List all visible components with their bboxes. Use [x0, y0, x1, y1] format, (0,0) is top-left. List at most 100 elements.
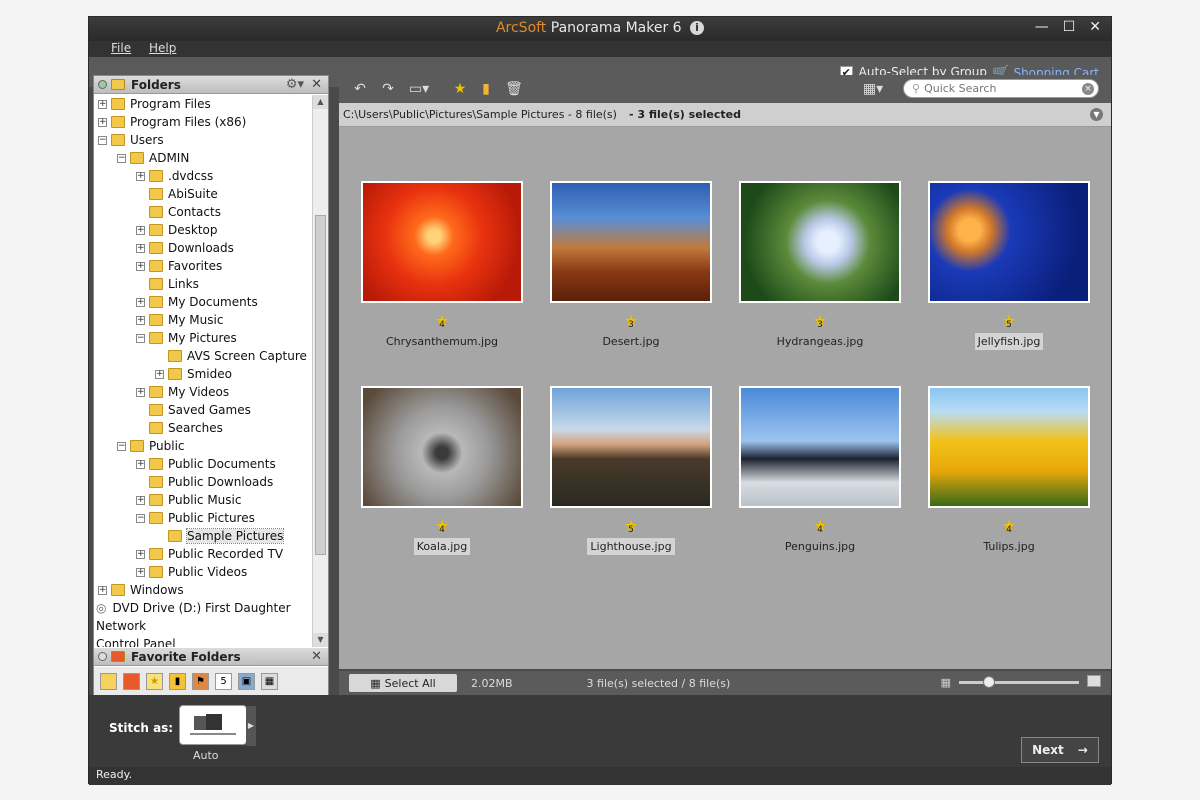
tree-node[interactable]: ◎ DVD Drive (D:) First Daughter	[96, 599, 291, 617]
star-icon[interactable]: ★	[451, 80, 469, 98]
trash-icon[interactable]: 🗑	[505, 80, 523, 98]
photo-thumbnail[interactable]: ★ 4 Chrysanthemum.jpg	[361, 181, 523, 348]
tree-node[interactable]: + My Documents	[136, 293, 258, 311]
stitch-dropdown-icon[interactable]: ▶	[246, 706, 256, 746]
expand-toggle[interactable]: −	[117, 153, 126, 163]
tree-node[interactable]: − My Pictures	[136, 329, 237, 347]
tree-node[interactable]: AbiSuite	[136, 185, 218, 203]
info-icon[interactable]: i	[690, 21, 705, 35]
star-icon[interactable]: ★	[146, 672, 163, 690]
expand-toggle[interactable]: −	[136, 333, 145, 343]
expand-toggle[interactable]: +	[136, 171, 145, 181]
photo-image[interactable]	[550, 386, 712, 508]
expand-toggle[interactable]: +	[155, 369, 164, 379]
calendar-icon[interactable]: 5	[215, 672, 232, 690]
photo-rating[interactable]: ★ 4	[928, 516, 1090, 535]
tree-node[interactable]: + My Videos	[136, 383, 229, 401]
photo-rating[interactable]: ★ 5	[550, 516, 712, 535]
tree-node[interactable]: Control Panel	[96, 635, 176, 647]
photo-image[interactable]	[739, 386, 901, 508]
expand-toggle[interactable]: +	[136, 549, 145, 559]
expand-toggle[interactable]: −	[98, 135, 107, 145]
tree-node[interactable]: Network	[96, 617, 146, 635]
close-button[interactable]: ✕	[1089, 19, 1101, 35]
expand-toggle[interactable]: +	[98, 585, 107, 595]
tree-node[interactable]: AVS Screen Capture	[155, 347, 307, 365]
expand-toggle[interactable]: +	[136, 243, 145, 253]
tree-node[interactable]: − Public Pictures	[136, 509, 255, 527]
next-button[interactable]: Next →	[1021, 737, 1099, 763]
quick-search[interactable]: ⚲ ×	[903, 79, 1099, 98]
photo-image[interactable]	[361, 386, 523, 508]
stitch-mode-selector[interactable]: ▶	[179, 705, 256, 746]
tree-node[interactable]: + Public Recorded TV	[136, 545, 283, 563]
maximize-button[interactable]: ☐	[1063, 19, 1076, 35]
tree-node[interactable]: + Public Music	[136, 491, 241, 509]
slider-knob[interactable]	[983, 676, 995, 688]
expand-toggle[interactable]: −	[136, 513, 145, 523]
tree-node[interactable]: Contacts	[136, 203, 221, 221]
photo-thumbnail[interactable]: ★ 4 Tulips.jpg	[928, 386, 1090, 553]
tree-node[interactable]: − Users	[98, 131, 164, 149]
scroll-down-icon[interactable]: ▼	[313, 633, 328, 647]
tree-node[interactable]: Links	[136, 275, 199, 293]
panel-toggle-icon[interactable]	[98, 652, 107, 661]
image-view-icon[interactable]: ▭▾	[405, 80, 433, 98]
expand-toggle[interactable]: +	[98, 117, 107, 127]
tree-node[interactable]: + Public Documents	[136, 455, 276, 473]
expand-toggle[interactable]: +	[136, 387, 145, 397]
expand-toggle[interactable]: +	[136, 297, 145, 307]
lock-icon[interactable]: ▮	[477, 80, 495, 98]
photo-image[interactable]	[550, 181, 712, 303]
folder-icon[interactable]	[100, 672, 117, 690]
favorite-icon[interactable]	[123, 672, 140, 690]
photo-rating[interactable]: ★ 4	[739, 516, 901, 535]
thumbnail-size-slider[interactable]	[959, 676, 1079, 688]
tree-node[interactable]: Sample Pictures	[155, 527, 285, 545]
tree-node[interactable]: + Windows	[98, 581, 184, 599]
photo-image[interactable]	[928, 386, 1090, 508]
tree-node[interactable]: − ADMIN	[117, 149, 189, 167]
tree-node[interactable]: − Public	[117, 437, 185, 455]
tree-node[interactable]: + Smideo	[155, 365, 232, 383]
photo-rating[interactable]: ★ 4	[361, 311, 523, 330]
scroll-thumb[interactable]	[315, 215, 326, 555]
photo-rating[interactable]: ★ 5	[928, 311, 1090, 330]
photo-rating[interactable]: ★ 4	[361, 516, 523, 535]
close-icon[interactable]: ✕	[311, 649, 322, 664]
large-thumbs-icon[interactable]	[1087, 675, 1101, 687]
tree-node[interactable]: + Downloads	[136, 239, 234, 257]
photo-thumbnail[interactable]: ★ 4 Koala.jpg	[361, 386, 523, 555]
gear-icon[interactable]: ⚙▾	[286, 77, 304, 92]
tree-node[interactable]: + My Music	[136, 311, 223, 329]
photo-thumbnail[interactable]: ★ 5 Jellyfish.jpg	[928, 181, 1090, 350]
tree-node[interactable]: + Program Files (x86)	[98, 113, 246, 131]
expand-toggle[interactable]: +	[136, 495, 145, 505]
tree-node[interactable]: + Favorites	[136, 257, 222, 275]
photo-rating[interactable]: ★ 3	[550, 311, 712, 330]
expand-toggle[interactable]: +	[136, 459, 145, 469]
expand-toggle[interactable]: −	[117, 441, 126, 451]
search-input[interactable]	[924, 82, 1085, 95]
rotate-right-icon[interactable]: ↷	[379, 80, 397, 98]
photo-image[interactable]	[739, 181, 901, 303]
lock-icon[interactable]: ▮	[169, 672, 186, 690]
expand-toggle[interactable]: +	[136, 315, 145, 325]
rotate-left-icon[interactable]: ↶	[351, 80, 369, 98]
panel-toggle-icon[interactable]	[98, 80, 107, 89]
select-all-button[interactable]: ▦ Select All	[349, 674, 457, 692]
tree-scrollbar[interactable]: ▲ ▼	[312, 95, 328, 647]
minimize-button[interactable]: —	[1035, 19, 1049, 35]
tree-node[interactable]: Searches	[136, 419, 223, 437]
expand-toggle[interactable]: +	[98, 99, 107, 109]
slideshow-icon[interactable]: ▣	[238, 672, 255, 690]
photo-image[interactable]	[928, 181, 1090, 303]
tree-node[interactable]: + Program Files	[98, 95, 211, 113]
flag-icon[interactable]: ⚑	[192, 672, 209, 690]
expand-toggle[interactable]: +	[136, 225, 145, 235]
tree-node[interactable]: Public Downloads	[136, 473, 273, 491]
tree-node[interactable]: + Desktop	[136, 221, 218, 239]
tree-node[interactable]: + Public Videos	[136, 563, 247, 581]
photo-rating[interactable]: ★ 3	[739, 311, 901, 330]
tree-node[interactable]: + .dvdcss	[136, 167, 213, 185]
